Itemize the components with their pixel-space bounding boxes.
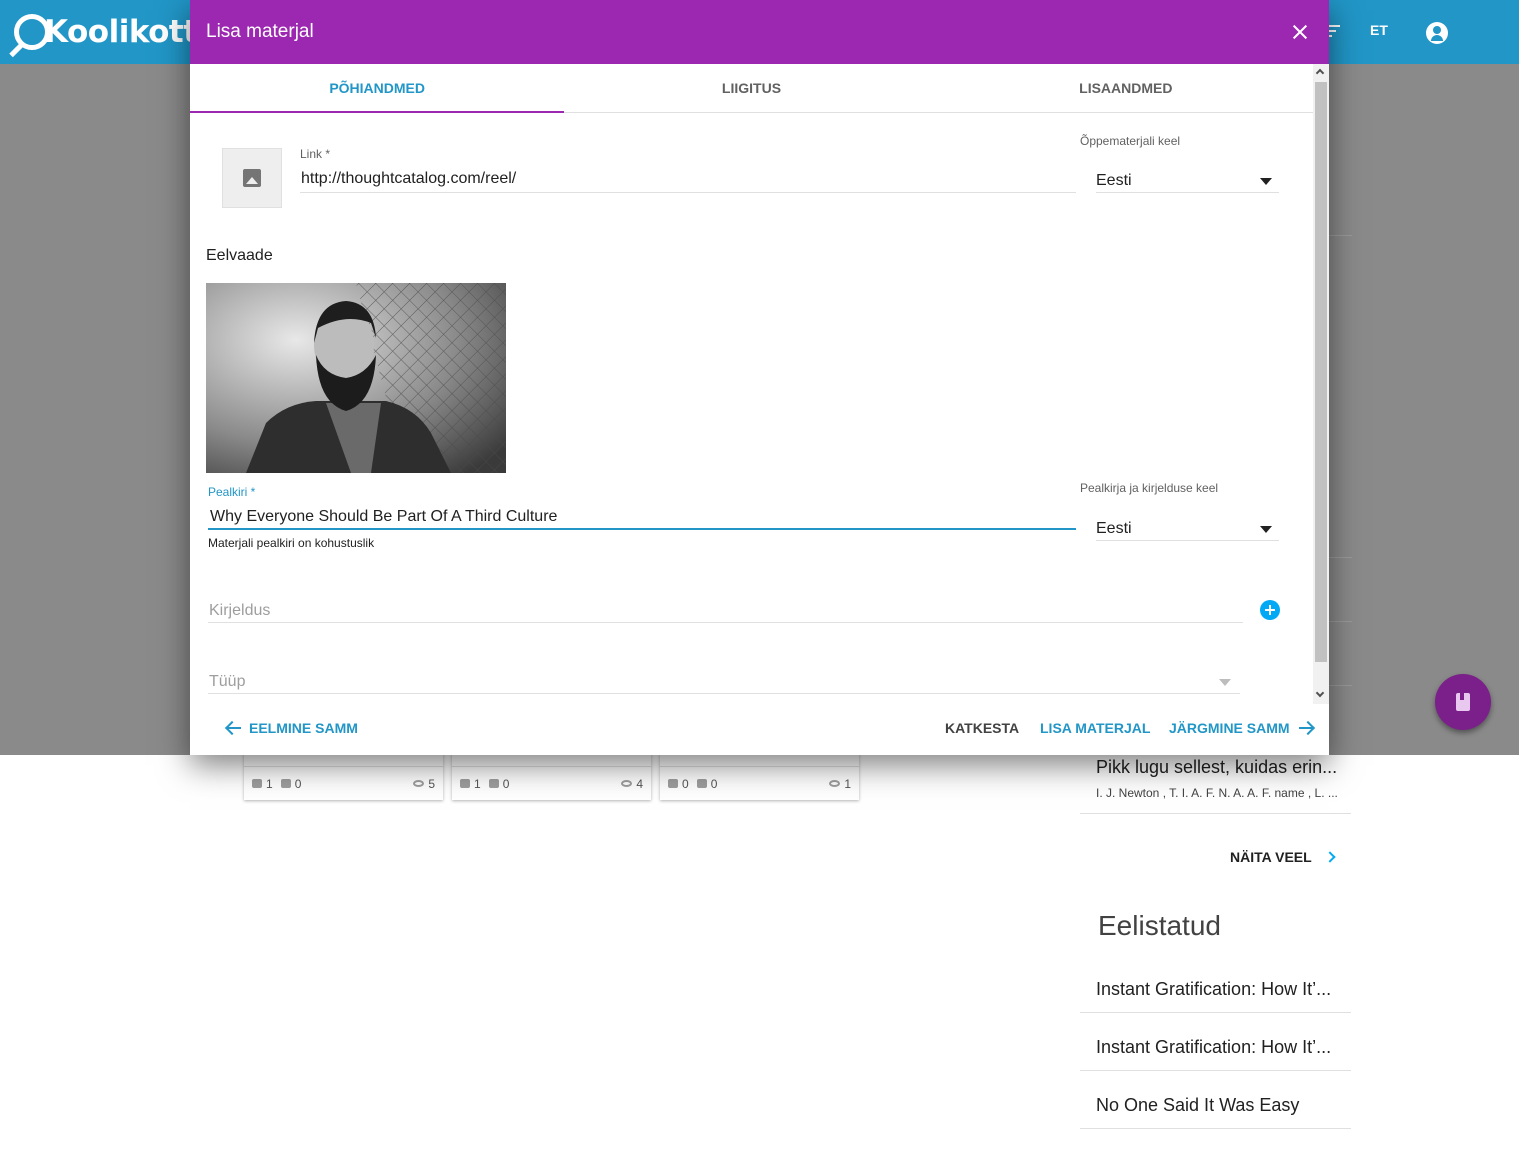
material-card[interactable]: 1 0 5 — [244, 750, 443, 800]
likes-count: 1 — [266, 776, 273, 791]
thumbnail-upload[interactable] — [222, 148, 282, 208]
link-underline — [300, 192, 1076, 193]
title-language-select[interactable]: Eesti — [1096, 520, 1132, 538]
scrollbar-thumb[interactable] — [1315, 82, 1327, 662]
arrow-left-icon — [225, 720, 241, 736]
arrow-right-icon — [1298, 720, 1314, 736]
dropdown-arrow-icon[interactable] — [1219, 679, 1231, 686]
thumb-up-icon — [460, 779, 470, 788]
dialog-header: Lisa materjal — [190, 0, 1329, 64]
eye-icon — [413, 780, 425, 787]
dislikes-count: 0 — [502, 776, 510, 791]
thumb-up-icon — [668, 779, 678, 788]
material-language-underline — [1096, 192, 1279, 193]
thumb-down-icon — [488, 779, 499, 788]
type-underline — [208, 693, 1240, 694]
next-step-label: JÄRGMINE SAMM — [1169, 720, 1290, 736]
eye-icon — [621, 780, 633, 787]
views-count: 1 — [844, 776, 851, 791]
material-card[interactable]: 1 0 4 — [452, 750, 651, 800]
dialog-scrollbar[interactable] — [1313, 64, 1329, 704]
cancel-label: KATKESTA — [945, 720, 1020, 736]
title-language-label: Pealkirja ja kirjelduse keel — [1080, 481, 1219, 495]
favorites-heading: Eelistatud — [1098, 910, 1221, 941]
description-input[interactable]: Kirjeldus — [209, 602, 270, 620]
dislikes-count: 0 — [294, 776, 302, 791]
title-label: Pealkiri * — [208, 485, 256, 499]
book-icon — [1456, 693, 1470, 711]
tab-lisaandmed[interactable]: LISAANDMED — [939, 64, 1313, 112]
page: Koolikott ET 1 0 5 1 0 4 0 0 1 Pikk lugu… — [0, 0, 1519, 1165]
close-icon[interactable] — [1288, 20, 1312, 44]
divider — [1327, 557, 1352, 558]
scroll-down-icon[interactable] — [1315, 688, 1325, 698]
add-material-fab[interactable] — [1435, 674, 1491, 730]
dropdown-arrow-icon[interactable] — [1260, 178, 1272, 185]
add-description-language-icon[interactable] — [1260, 600, 1280, 620]
eye-icon — [829, 780, 841, 787]
account-icon[interactable] — [1426, 22, 1448, 44]
type-select[interactable]: Tüüp — [209, 673, 245, 691]
show-more-label: NÄITA VEEL — [1230, 849, 1312, 865]
title-language-underline — [1096, 540, 1279, 541]
show-more-link[interactable]: NÄITA VEEL — [1230, 849, 1336, 865]
cancel-button[interactable]: KATKESTA — [945, 720, 1019, 736]
chevron-right-icon — [1324, 851, 1336, 863]
scroll-up-icon[interactable] — [1315, 68, 1325, 78]
views-count: 5 — [428, 776, 435, 791]
previous-step-button[interactable]: EELMINE SAMM — [225, 720, 358, 736]
link-label: Link * — [300, 147, 331, 161]
card-stats: 1 0 4 — [452, 766, 651, 800]
thumb-down-icon — [696, 779, 707, 788]
title-underline — [208, 528, 1076, 530]
title-hint: Materjali pealkiri on kohustuslik — [208, 536, 375, 550]
add-material-label: LISA MATERJAL — [1040, 720, 1151, 736]
favorite-item[interactable]: Instant Gratification: How It’... — [1080, 979, 1351, 1013]
likes-count: 1 — [474, 776, 481, 791]
dropdown-arrow-icon[interactable] — [1260, 526, 1272, 533]
favorite-item[interactable]: Instant Gratification: How It’... — [1080, 1037, 1351, 1071]
add-material-dialog: Lisa materjal PÕHIANDMED LIIGITUS LISAAN… — [190, 0, 1329, 755]
views-count: 4 — [636, 776, 643, 791]
material-language-select[interactable]: Eesti — [1096, 172, 1132, 190]
next-step-button[interactable]: JÄRGMINE SAMM — [1169, 720, 1314, 736]
divider — [1327, 685, 1352, 686]
tab-liigitus[interactable]: LIIGITUS — [564, 64, 938, 112]
link-input[interactable]: http://thoughtcatalog.com/reel/ — [301, 170, 516, 188]
favorite-title: Instant Gratification: How It’... — [1096, 1037, 1332, 1057]
previous-step-label: EELMINE SAMM — [249, 720, 358, 736]
preview-image — [206, 283, 506, 473]
likes-count: 0 — [682, 776, 689, 791]
language-button[interactable]: ET — [1370, 22, 1388, 38]
dialog-tabs: PÕHIANDMED LIIGITUS LISAANDMED — [190, 64, 1313, 113]
material-card[interactable]: 0 0 1 — [660, 750, 859, 800]
divider — [1327, 235, 1352, 236]
logo-magnifier-icon — [14, 14, 50, 50]
preview-photo — [206, 283, 506, 473]
recent-material-item[interactable]: Pikk lugu sellest, kuidas erin... I. J. … — [1080, 757, 1351, 814]
thumb-down-icon — [280, 779, 291, 788]
material-language-label: Õppematerjali keel — [1080, 134, 1181, 148]
favorite-item[interactable]: No One Said It Was Easy — [1080, 1095, 1351, 1129]
recent-material-authors: I. J. Newton , T. I. A. F. N. A. A. F. n… — [1096, 786, 1338, 800]
dislikes-count: 0 — [710, 776, 718, 791]
dialog-title: Lisa materjal — [206, 21, 314, 42]
add-material-button[interactable]: LISA MATERJAL — [1040, 720, 1150, 736]
image-icon — [243, 169, 261, 187]
tab-pohiandmed[interactable]: PÕHIANDMED — [190, 64, 565, 113]
title-input[interactable]: Why Everyone Should Be Part Of A Third C… — [210, 508, 557, 526]
thumb-up-icon — [252, 779, 262, 788]
favorite-title: Instant Gratification: How It’... — [1096, 979, 1332, 999]
card-stats: 0 0 1 — [660, 766, 859, 800]
recent-material-title: Pikk lugu sellest, kuidas erin... — [1096, 757, 1338, 777]
description-underline — [208, 622, 1243, 623]
card-stats: 1 0 5 — [244, 766, 443, 800]
preview-label: Eelvaade — [206, 247, 273, 264]
divider — [1327, 621, 1352, 622]
logo-text: Koolikott — [44, 14, 198, 50]
logo[interactable]: Koolikott — [14, 8, 198, 56]
favorite-title: No One Said It Was Easy — [1096, 1095, 1300, 1115]
